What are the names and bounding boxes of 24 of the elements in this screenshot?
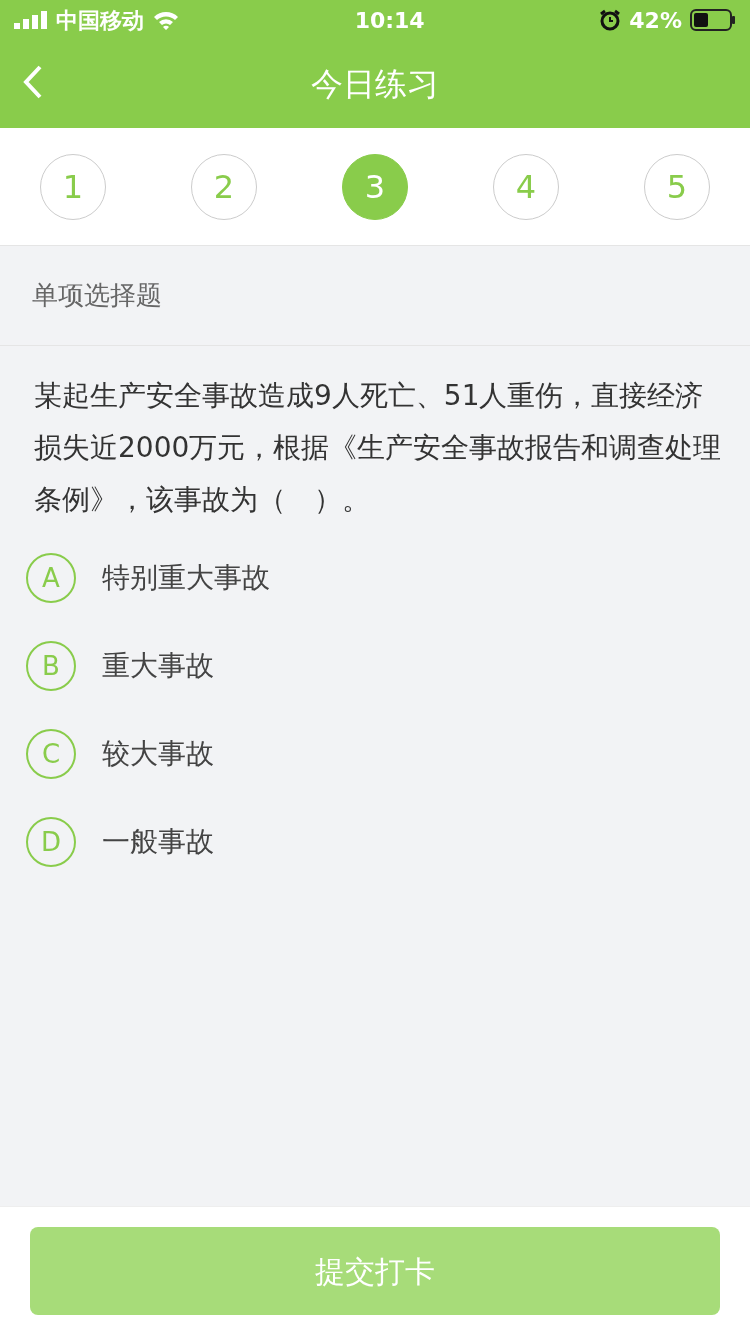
signal-icon [14,11,48,29]
wifi-icon [152,10,180,30]
battery-icon [690,9,736,31]
question-type: 单项选择题 [32,279,162,312]
question-number-button[interactable]: 3 [342,153,408,220]
page-title: 今日练习 [311,64,439,105]
question-number-button[interactable]: 4 [493,153,559,220]
answer-option[interactable]: C 较大事故 [0,710,750,798]
alarm-icon [599,9,622,31]
back-button[interactable] [22,64,44,100]
option-letter: D [26,817,76,867]
answer-option[interactable]: A 特别重大事故 [0,534,750,622]
battery-percent: 42% [629,6,682,35]
option-letter: A [26,553,76,603]
carrier-name: 中国移动 [56,6,144,35]
status-time: 10:14 [354,6,425,35]
question-number-button[interactable]: 1 [40,153,106,220]
question-number-button[interactable]: 2 [191,153,257,220]
answer-option[interactable]: B 重大事故 [0,622,750,710]
option-letter: C [26,729,76,779]
answer-option[interactable]: D 一般事故 [0,798,750,886]
question-number-button[interactable]: 5 [644,153,710,220]
question-text: 某起生产安全事故造成9人死亡、51人重伤，直接经济损失近2000万元，根据《生产安全事故报告和调查处理条例》，该事故为（ ）。 [33,378,723,518]
option-letter: B [26,641,76,691]
